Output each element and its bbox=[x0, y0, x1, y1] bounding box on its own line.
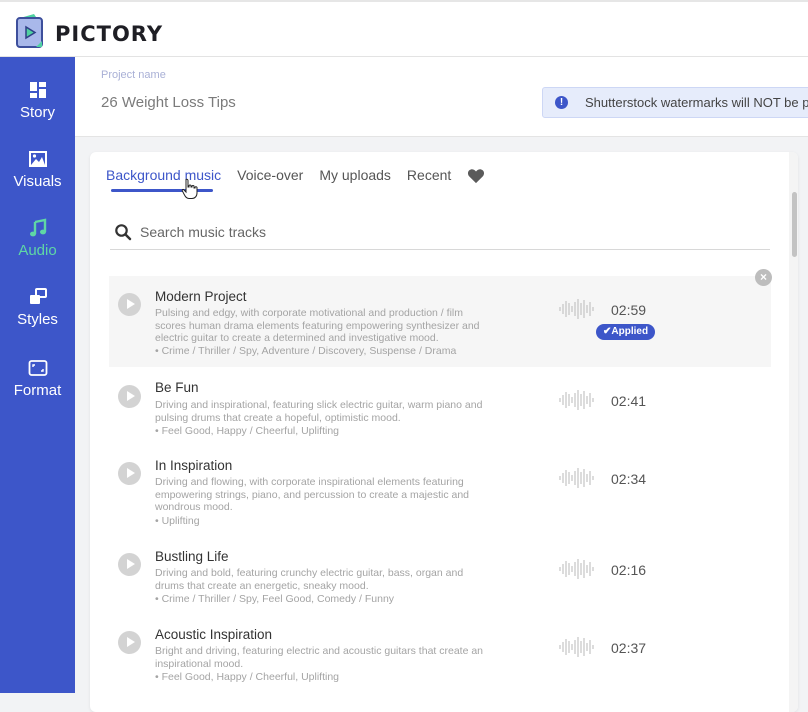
sidebar-item-format[interactable]: Format bbox=[0, 358, 75, 400]
search-icon bbox=[115, 224, 132, 241]
track-duration: 02:41 bbox=[611, 393, 647, 409]
track-row[interactable]: Modern Project Pulsing and edgy, with co… bbox=[109, 276, 771, 367]
scrollbar-thumb[interactable] bbox=[792, 192, 797, 257]
waveform-icon bbox=[559, 468, 594, 488]
project-name-field[interactable]: 26 Weight Loss Tips bbox=[101, 94, 236, 111]
track-row[interactable]: Acoustic Inspiration Bright and driving,… bbox=[109, 621, 771, 701]
waveform-icon bbox=[559, 559, 594, 579]
track-tags: • Feel Good, Happy / Cheerful, Uplifting bbox=[155, 425, 340, 437]
tab-my-uploads[interactable]: My uploads bbox=[319, 167, 391, 197]
track-duration: 02:34 bbox=[611, 471, 647, 487]
project-bar: Project name 26 Weight Loss Tips ! Shutt… bbox=[75, 57, 808, 137]
grid-icon bbox=[29, 82, 46, 98]
sidebar-item-label: Visuals bbox=[13, 173, 62, 190]
remove-music-button[interactable]: × bbox=[755, 269, 772, 286]
track-tags: • Crime / Thriller / Spy, Adventure / Di… bbox=[155, 345, 457, 357]
track-title: Modern Project bbox=[155, 289, 247, 304]
sidebar-item-label: Styles bbox=[17, 311, 58, 328]
image-icon bbox=[28, 151, 47, 167]
waveform-icon bbox=[559, 299, 594, 319]
applied-badge: ✔Applied bbox=[596, 324, 656, 340]
track-description: Bright and driving, featuring electric a… bbox=[155, 645, 484, 670]
sidebar-item-label: Audio bbox=[18, 242, 57, 259]
audio-panel: Background music Voice-over My uploads R… bbox=[90, 152, 798, 712]
track-row[interactable]: In Inspiration Driving and flowing, with… bbox=[109, 452, 771, 540]
sidebar-item-visuals[interactable]: Visuals bbox=[0, 149, 75, 191]
notice-text: Shutterstock watermarks will NOT be pr bbox=[585, 95, 808, 110]
play-icon[interactable] bbox=[118, 553, 141, 576]
track-title: In Inspiration bbox=[155, 458, 233, 473]
waveform-icon bbox=[559, 637, 594, 657]
track-duration: 02:37 bbox=[611, 640, 647, 656]
search-bar bbox=[110, 220, 770, 250]
close-icon: × bbox=[759, 270, 767, 284]
sidebar-item-label: Story bbox=[19, 104, 55, 121]
tab-voice-over[interactable]: Voice-over bbox=[237, 167, 303, 197]
brand-name: PICTORY bbox=[55, 22, 164, 46]
play-icon[interactable] bbox=[118, 462, 141, 485]
layers-icon bbox=[29, 288, 47, 304]
track-tags: • Uplifting bbox=[155, 515, 200, 527]
hand-cursor-icon bbox=[181, 178, 198, 199]
track-description: Driving and flowing, with corporate insp… bbox=[155, 476, 470, 513]
waveform-icon bbox=[559, 390, 594, 410]
play-icon[interactable] bbox=[118, 631, 141, 654]
track-title: Bustling Life bbox=[155, 549, 229, 564]
applied-label: Applied bbox=[611, 326, 649, 337]
info-icon: ! bbox=[555, 96, 568, 109]
project-name-label: Project name bbox=[101, 69, 166, 81]
heart-icon[interactable] bbox=[467, 168, 485, 184]
track-description: Driving and inspirational, featuring sli… bbox=[155, 399, 483, 424]
watermark-notice: ! Shutterstock watermarks will NOT be pr bbox=[542, 87, 808, 118]
play-icon[interactable] bbox=[118, 293, 141, 316]
sidebar-item-story[interactable]: Story bbox=[0, 80, 75, 122]
track-duration: 02:59 bbox=[611, 302, 647, 318]
sidebar-item-styles[interactable]: Styles bbox=[0, 287, 75, 329]
sidebar-item-audio[interactable]: Audio bbox=[0, 218, 75, 260]
top-bar: PICTORY bbox=[0, 0, 808, 57]
track-title: Acoustic Inspiration bbox=[155, 627, 273, 642]
sidebar: Story Visuals Audio Styles Format bbox=[0, 57, 75, 693]
track-tags: • Crime / Thriller / Spy, Feel Good, Com… bbox=[155, 593, 395, 605]
track-row[interactable]: Be Fun Driving and inspirational, featur… bbox=[109, 374, 771, 450]
track-title: Be Fun bbox=[155, 380, 199, 395]
audio-tabs: Background music Voice-over My uploads R… bbox=[106, 167, 485, 197]
pictory-logo-icon[interactable] bbox=[14, 12, 46, 50]
sidebar-item-label: Format bbox=[13, 382, 62, 399]
search-input[interactable] bbox=[140, 220, 740, 244]
aspect-ratio-icon bbox=[28, 360, 47, 376]
tab-recent[interactable]: Recent bbox=[407, 167, 451, 197]
track-duration: 02:16 bbox=[611, 562, 647, 578]
track-description: Driving and bold, featuring crunchy elec… bbox=[155, 567, 464, 592]
tab-background-music[interactable]: Background music bbox=[106, 167, 221, 197]
music-note-icon bbox=[29, 218, 46, 237]
track-row[interactable]: Bustling Life Driving and bold, featurin… bbox=[109, 543, 771, 619]
play-icon[interactable] bbox=[118, 385, 141, 408]
track-description: Pulsing and edgy, with corporate motivat… bbox=[155, 307, 480, 344]
track-tags: • Feel Good, Happy / Cheerful, Uplifting bbox=[155, 671, 340, 683]
